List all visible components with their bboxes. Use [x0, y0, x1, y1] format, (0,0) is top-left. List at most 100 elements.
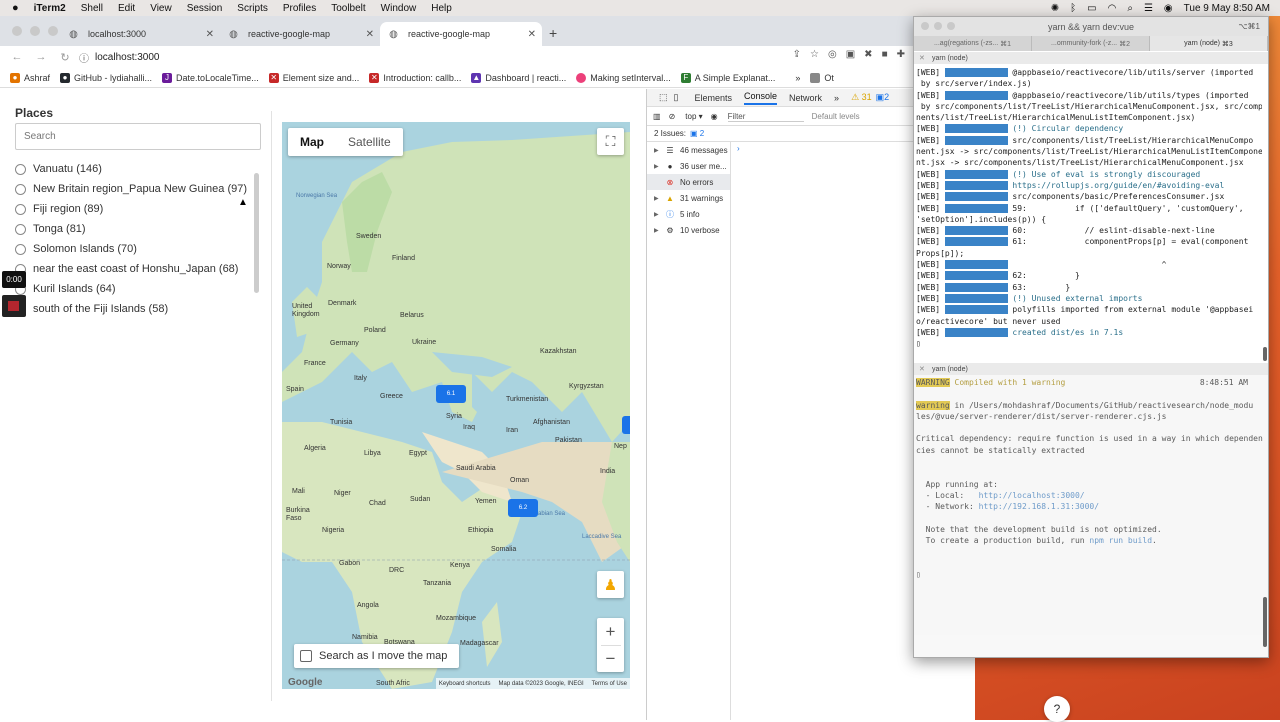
- close-window-button[interactable]: [12, 26, 22, 36]
- list-item[interactable]: Tonga (81): [15, 219, 255, 239]
- menu-view[interactable]: View: [150, 3, 172, 14]
- search-as-move-toggle[interactable]: Search as I move the map: [294, 644, 460, 668]
- list-item[interactable]: near the east coast of Honshu_Japan (68): [15, 259, 255, 279]
- close-pane-icon[interactable]: ✕: [919, 54, 925, 62]
- sidebar-toggle-icon[interactable]: ▥: [653, 112, 661, 121]
- zoom-window-button[interactable]: [48, 26, 58, 36]
- menu-window[interactable]: Window: [381, 3, 417, 14]
- siri-icon[interactable]: ◉: [1164, 3, 1173, 14]
- close-icon[interactable]: ✕: [206, 29, 214, 40]
- new-tab-button[interactable]: +: [549, 25, 557, 41]
- expand-icon[interactable]: ▶: [654, 163, 664, 170]
- inspect-icon[interactable]: ⬚: [659, 92, 668, 103]
- extension-icon[interactable]: ■: [882, 49, 888, 60]
- list-item[interactable]: Fiji region (89): [15, 199, 255, 219]
- tab-reactive-google-map-2[interactable]: ◍ reactive-google-map ✕: [380, 22, 542, 46]
- radio-button[interactable]: [15, 183, 26, 195]
- gear-icon[interactable]: ✺: [1051, 3, 1059, 14]
- map-marker[interactable]: 6.2: [508, 499, 538, 517]
- bookmark-item[interactable]: ▲ Dashboard | reacti...: [471, 72, 566, 83]
- sidebar-item-user-messages[interactable]: ▶ ● 36 user me...: [647, 158, 730, 174]
- expand-icon[interactable]: ▶: [654, 147, 664, 154]
- expand-icon[interactable]: ▶: [654, 227, 664, 234]
- google-map[interactable]: Map Satellite ⛶ Norwegian Sea Sweden Fin…: [282, 122, 630, 689]
- menu-datetime[interactable]: Tue 9 May 8:50 AM: [1184, 3, 1270, 14]
- star-icon[interactable]: ☆: [810, 49, 819, 60]
- tab-elements[interactable]: Elements: [694, 93, 732, 103]
- bookmark-item[interactable]: ✕ Element size and...: [268, 72, 359, 83]
- radio-button[interactable]: [15, 163, 26, 175]
- control-center-icon[interactable]: ☰: [1144, 3, 1153, 14]
- expand-icon[interactable]: ▶: [654, 211, 664, 218]
- radio-button[interactable]: [15, 223, 26, 235]
- sidebar-item-info[interactable]: ▶ ⓘ 5 info: [647, 206, 730, 222]
- tab-localhost[interactable]: ◍ localhost:3000 ✕: [60, 22, 220, 46]
- menu-profiles[interactable]: Profiles: [283, 3, 316, 14]
- tab-reactive-google-map-1[interactable]: ◍ reactive-google-map ✕: [220, 22, 380, 46]
- extension-icon[interactable]: ✖: [864, 49, 872, 60]
- bookmark-item[interactable]: ● GitHub - lydiahalli...: [60, 72, 152, 83]
- terminal-pane-build[interactable]: [WEB] @appbaseio/reactivecore/lib/utils/…: [916, 67, 1262, 367]
- sidebar-item-warnings[interactable]: ▶ ▲ 31 warnings: [647, 190, 730, 206]
- list-item[interactable]: south of the Fiji Islands (58): [15, 299, 255, 319]
- bookmark-item[interactable]: ✕ Introduction: callb...: [369, 72, 461, 83]
- terminal-scrollbar[interactable]: [1263, 347, 1267, 361]
- list-item[interactable]: Solomon Islands (70): [15, 239, 255, 259]
- clear-console-icon[interactable]: ⊘: [669, 112, 676, 121]
- record-button[interactable]: [2, 295, 26, 317]
- keyboard-shortcuts-link[interactable]: Keyboard shortcuts: [439, 681, 491, 687]
- bluetooth-icon[interactable]: ᛒ: [1070, 3, 1076, 14]
- help-button[interactable]: ?: [1044, 696, 1070, 722]
- local-url-link[interactable]: http://localhost:3000/: [979, 491, 1085, 500]
- search-input[interactable]: [15, 123, 261, 150]
- puzzle-icon[interactable]: ✚: [897, 49, 905, 60]
- menu-scripts[interactable]: Scripts: [237, 3, 268, 14]
- share-icon[interactable]: ⇪: [793, 49, 801, 60]
- places-scrollbar[interactable]: [254, 173, 259, 293]
- menu-session[interactable]: Session: [187, 3, 223, 14]
- context-selector[interactable]: top ▾: [685, 112, 702, 121]
- list-item[interactable]: Vanuatu (146): [15, 159, 255, 179]
- map-marker[interactable]: [622, 416, 630, 434]
- minimize-window-button[interactable]: [934, 22, 942, 30]
- expand-icon[interactable]: ▶: [654, 195, 664, 202]
- radio-button[interactable]: [15, 243, 26, 255]
- iterm-tab-active[interactable]: yarn (node) ⌘3: [1150, 36, 1268, 51]
- network-url-link[interactable]: http://192.168.1.31:3000/: [979, 502, 1099, 511]
- search-as-move-checkbox[interactable]: [300, 650, 312, 662]
- bookmark-item[interactable]: FA Simple Explanat...: [680, 72, 775, 83]
- extension-icon[interactable]: ▣: [846, 49, 855, 60]
- sidebar-item-errors[interactable]: ⊗ No errors: [647, 174, 730, 190]
- bookmark-folder-other[interactable]: Ot: [810, 72, 834, 83]
- message-count[interactable]: ▣2: [876, 92, 890, 103]
- menu-help[interactable]: Help: [431, 3, 452, 14]
- iterm-tab[interactable]: ...ommunity-fork (-z... ⌘2: [1032, 36, 1150, 51]
- close-pane-icon[interactable]: ✕: [919, 365, 925, 373]
- bookmark-item[interactable]: ● Ashraf: [10, 72, 50, 83]
- close-icon[interactable]: ✕: [528, 29, 536, 40]
- reload-icon[interactable]: ↻: [58, 51, 72, 64]
- zoom-window-button[interactable]: [947, 22, 955, 30]
- map-type-map-button[interactable]: Map: [288, 128, 336, 156]
- extension-icon[interactable]: ◎: [828, 49, 837, 60]
- filter-input[interactable]: Filter: [727, 112, 804, 122]
- terminal-pane-server[interactable]: WARNING Compiled with 1 warning 8:48:51 A…: [914, 375, 1268, 657]
- log-levels-dropdown[interactable]: Default levels: [812, 112, 860, 121]
- close-icon[interactable]: ✕: [366, 29, 374, 40]
- list-item[interactable]: Kuril Islands (64): [15, 279, 255, 299]
- zoom-out-button[interactable]: −: [600, 645, 621, 672]
- issues-count[interactable]: ▣ 2: [690, 129, 704, 138]
- console-prompt-icon[interactable]: ›: [737, 144, 740, 153]
- menu-toolbelt[interactable]: Toolbelt: [331, 3, 365, 14]
- radio-button[interactable]: [15, 203, 26, 215]
- terms-link[interactable]: Terms of Use: [592, 681, 627, 687]
- list-item[interactable]: New Britain region_Papua New Guinea (97): [15, 179, 255, 199]
- forward-icon[interactable]: →: [34, 51, 48, 63]
- iterm-tab[interactable]: ...ag(regations (-zs... ⌘1: [914, 36, 1032, 51]
- map-marker[interactable]: 6.1: [436, 385, 466, 403]
- eye-icon[interactable]: ◉: [711, 112, 718, 121]
- close-window-button[interactable]: [921, 22, 929, 30]
- device-toggle-icon[interactable]: ▯: [674, 92, 679, 103]
- bookmark-item[interactable]: J Date.toLocaleTime...: [162, 72, 259, 83]
- zoom-in-button[interactable]: +: [606, 618, 616, 645]
